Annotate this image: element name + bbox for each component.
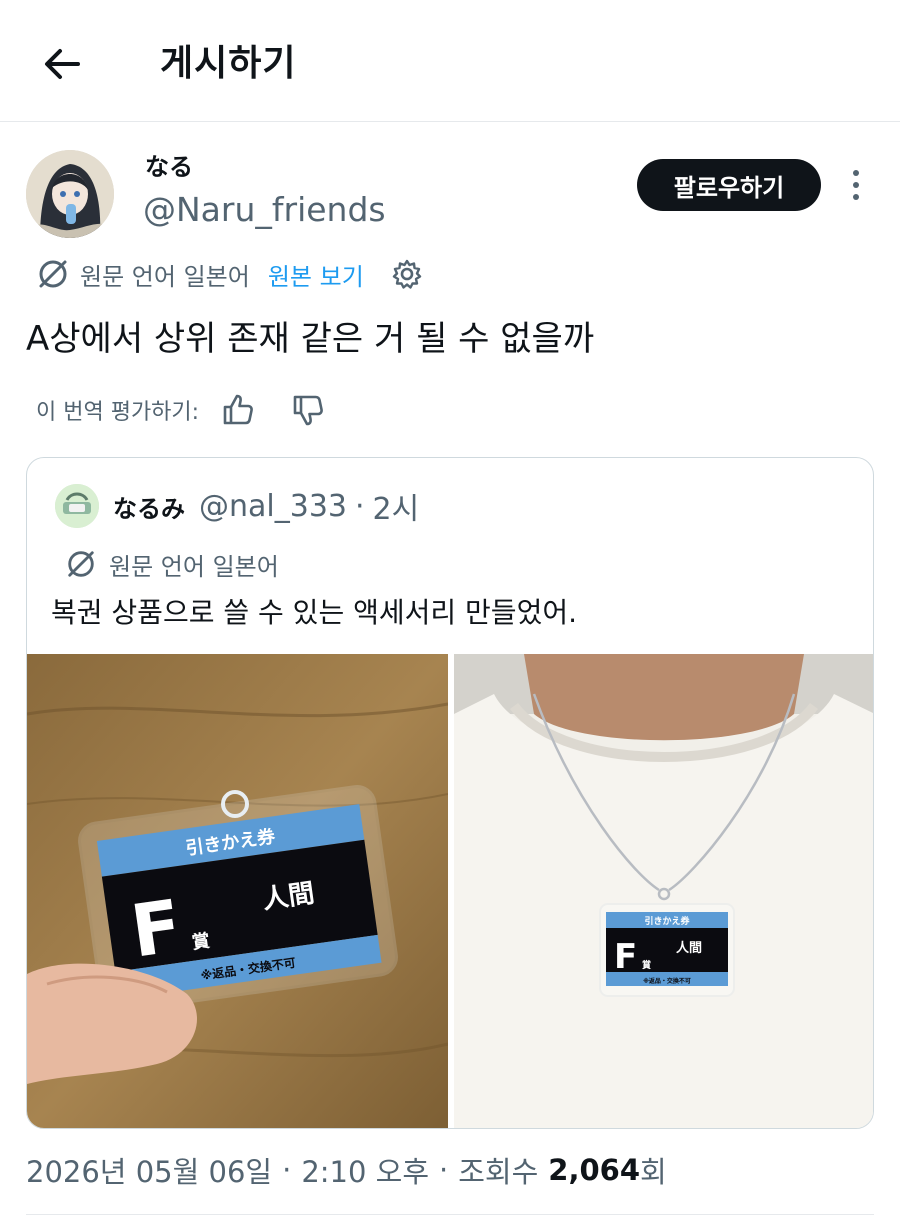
thumbs-up-button[interactable] (221, 393, 255, 427)
keychain-photo-illustration: 引きかえ券 F 賞 人間 ※返品・交換不可 (27, 654, 448, 1128)
views-label: 조회수 (458, 1155, 539, 1189)
necklace-photo-illustration: 引きかえ券 F 賞 人間 ※返品・交換不可 (454, 654, 873, 1128)
media-grid: 引きかえ券 F 賞 人間 ※返品・交換不可 引きかえ券 F 賞 人間 ※返品・交… (27, 654, 873, 1128)
gear-icon (392, 259, 421, 289)
translate-off-icon (39, 260, 67, 288)
quoted-translation-row: 원문 언어 일본어 (65, 544, 279, 584)
post-text: A상에서 상위 존재 같은 거 될 수 없을까 (26, 319, 595, 359)
translate-off-icon (68, 551, 94, 577)
quoted-author-name[interactable]: なるみ (113, 489, 185, 524)
quoted-translation-label: 원문 언어 일본어 (109, 552, 279, 581)
rate-translation-label: 이 번역 평가하기: (36, 400, 200, 425)
pendant-footer-text: ※返品・交換不可 (643, 977, 691, 985)
translation-row: 원문 언어 일본어 원본 보기 (36, 252, 422, 296)
pendant-grade-text: F (614, 937, 637, 977)
views-count[interactable]: 2,064 (548, 1153, 640, 1187)
page-title: 게시하기 (160, 43, 297, 84)
thumbs-down-icon (293, 395, 323, 426)
quoted-post-text: 복권 상품으로 쓸 수 있는 액세서리 만들었어. (51, 596, 577, 629)
more-vertical-icon (853, 170, 859, 200)
arrow-left-icon (45, 49, 80, 79)
author-name[interactable]: なる (145, 150, 193, 184)
photo-necklace[interactable]: 引きかえ券 F 賞 人間 ※返品・交換不可 (454, 654, 873, 1128)
follow-button[interactable]: 팔로우하기 (637, 159, 821, 211)
show-original-link[interactable]: 원본 보기 (268, 257, 364, 292)
pendant-header-text: 引きかえ券 (644, 915, 690, 927)
author-handle[interactable]: @Naru_friends (143, 189, 386, 231)
top-bar: 게시하기 (0, 0, 900, 122)
separator-dot: · (282, 1153, 292, 1187)
views-suffix: 회 (640, 1155, 667, 1189)
photo-keychain[interactable]: 引きかえ券 F 賞 人間 ※返品・交換不可 (27, 654, 448, 1128)
pendant-grade-suffix-text: 賞 (642, 959, 651, 971)
quoted-avatar-illustration (55, 484, 99, 528)
quoted-author-handle[interactable]: @nal_333 (199, 489, 347, 524)
avatar-illustration (26, 150, 114, 238)
ticket-grade-suffix-text: 賞 (190, 929, 211, 953)
separator-dot: · (439, 1153, 449, 1187)
quoted-post-time[interactable]: 2시 (373, 484, 420, 528)
quoted-author-avatar[interactable] (55, 484, 99, 528)
post-time: 2:10 오후 (301, 1155, 430, 1189)
translation-label: 원문 언어 일본어 (80, 262, 250, 291)
back-button[interactable] (38, 40, 86, 88)
more-options-button[interactable] (838, 162, 874, 208)
post-meta: 2026년 05월 06일 · 2:10 오후 · 조회수 2,064 회 (26, 1146, 667, 1194)
translation-settings-button[interactable] (392, 259, 422, 289)
pendant-name-text: 人間 (676, 940, 702, 956)
post-date: 2026년 05월 06일 (26, 1155, 273, 1189)
quoted-post-card[interactable]: なるみ @nal_333 · 2시 원문 언어 일본어 복권 상품으로 쓸 수 … (26, 457, 874, 1129)
divider (26, 1214, 874, 1215)
rate-translation-row: 이 번역 평가하기: (36, 388, 325, 432)
author-avatar[interactable] (26, 150, 114, 238)
separator-dot: · (355, 488, 365, 524)
quoted-post-header: なるみ @nal_333 · 2시 (113, 484, 419, 528)
thumbs-up-icon (223, 394, 253, 425)
thumbs-down-button[interactable] (291, 393, 325, 427)
